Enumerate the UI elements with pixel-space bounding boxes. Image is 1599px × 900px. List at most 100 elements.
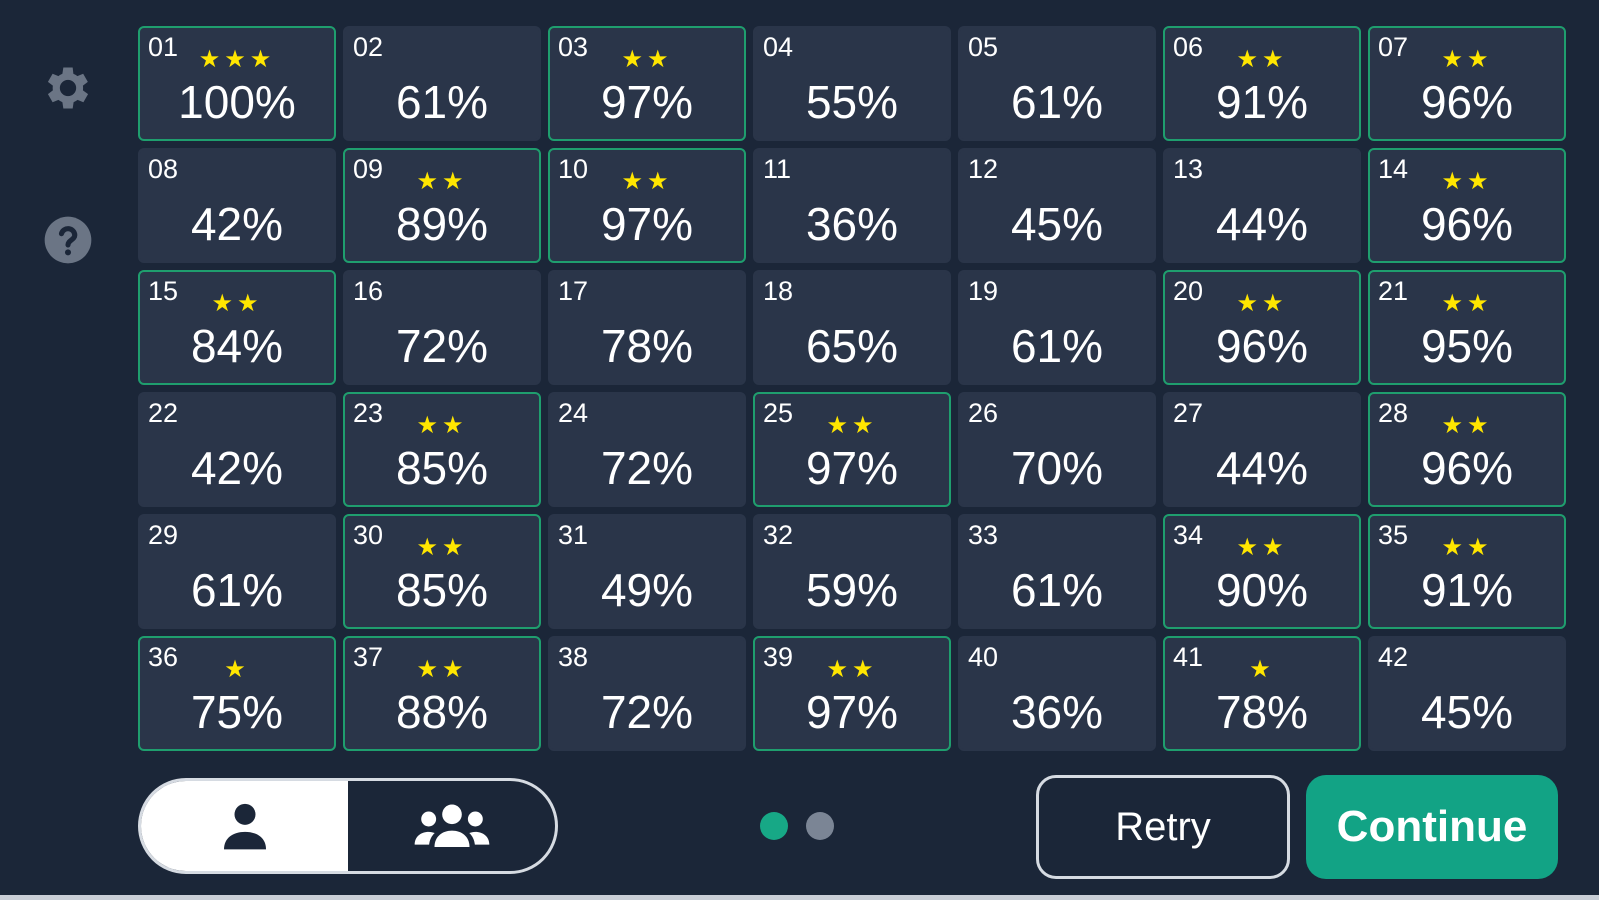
star-rating — [960, 658, 1154, 682]
level-tile-36[interactable]: 36 ★ 75% — [138, 636, 336, 751]
level-tile-20[interactable]: 20 ★★ 96% — [1163, 270, 1361, 385]
level-tile-14[interactable]: 14 ★★ 96% — [1368, 148, 1566, 263]
level-score: 90% — [1215, 564, 1309, 616]
page-dot-2[interactable] — [806, 812, 834, 840]
level-tile-15[interactable]: 15 ★★ 84% — [138, 270, 336, 385]
level-score: 91% — [1420, 564, 1514, 616]
level-tile-25[interactable]: 25 ★★ 97% — [753, 392, 951, 507]
level-score: 49% — [600, 564, 694, 616]
star-rating — [755, 48, 949, 72]
level-score: 97% — [600, 198, 694, 250]
level-score: 45% — [1010, 198, 1104, 250]
star-rating: ★★ — [1441, 168, 1493, 195]
level-tile-07[interactable]: 07 ★★ 96% — [1368, 26, 1566, 141]
star-rating — [1165, 170, 1359, 194]
level-score: 96% — [1420, 198, 1514, 250]
star-rating — [1165, 414, 1359, 438]
level-score: 96% — [1420, 76, 1514, 128]
level-tile-10[interactable]: 10 ★★ 97% — [548, 148, 746, 263]
level-tile-24[interactable]: 24 72% — [548, 392, 746, 507]
star-rating: ★★ — [1236, 534, 1288, 561]
level-tile-08[interactable]: 08 42% — [138, 148, 336, 263]
star-rating: ★★ — [416, 656, 468, 683]
level-tile-35[interactable]: 35 ★★ 91% — [1368, 514, 1566, 629]
star-rating: ★★ — [826, 412, 878, 439]
level-tile-02[interactable]: 02 61% — [343, 26, 541, 141]
retry-button[interactable]: Retry — [1036, 775, 1290, 879]
level-score: 89% — [395, 198, 489, 250]
level-tile-23[interactable]: 23 ★★ 85% — [343, 392, 541, 507]
level-tile-19[interactable]: 19 61% — [958, 270, 1156, 385]
mode-toggle[interactable] — [138, 778, 558, 874]
star-rating: ★★ — [1441, 534, 1493, 561]
level-tile-17[interactable]: 17 78% — [548, 270, 746, 385]
level-tile-22[interactable]: 22 42% — [138, 392, 336, 507]
level-score: 88% — [395, 686, 489, 738]
level-tile-26[interactable]: 26 70% — [958, 392, 1156, 507]
level-grid: 01 ★★★ 100% 02 61% 03 ★★ 97% 04 55% 05 61% 06 ★★ 91% 07… — [138, 26, 1566, 751]
level-tile-11[interactable]: 11 36% — [753, 148, 951, 263]
level-tile-42[interactable]: 42 45% — [1368, 636, 1566, 751]
level-tile-37[interactable]: 37 ★★ 88% — [343, 636, 541, 751]
gear-icon[interactable] — [40, 60, 96, 116]
star-rating: ★★ — [211, 290, 263, 317]
gear-icon-graphic — [47, 67, 89, 109]
star-rating — [755, 170, 949, 194]
star-rating: ★★ — [416, 168, 468, 195]
level-tile-18[interactable]: 18 65% — [753, 270, 951, 385]
level-tile-04[interactable]: 04 55% — [753, 26, 951, 141]
level-score: 36% — [1010, 686, 1104, 738]
level-score: 97% — [805, 442, 899, 494]
level-tile-41[interactable]: 41 ★ 78% — [1163, 636, 1361, 751]
level-tile-01[interactable]: 01 ★★★ 100% — [138, 26, 336, 141]
level-score: 85% — [395, 442, 489, 494]
level-score: 85% — [395, 564, 489, 616]
level-tile-16[interactable]: 16 72% — [343, 270, 541, 385]
star-rating — [550, 292, 744, 316]
star-rating — [550, 658, 744, 682]
level-score: 72% — [600, 686, 694, 738]
level-tile-12[interactable]: 12 45% — [958, 148, 1156, 263]
level-tile-13[interactable]: 13 44% — [1163, 148, 1361, 263]
level-tile-29[interactable]: 29 61% — [138, 514, 336, 629]
star-rating: ★★ — [416, 412, 468, 439]
level-tile-39[interactable]: 39 ★★ 97% — [753, 636, 951, 751]
level-tile-38[interactable]: 38 72% — [548, 636, 746, 751]
level-tile-31[interactable]: 31 49% — [548, 514, 746, 629]
continue-button[interactable]: Continue — [1306, 775, 1558, 879]
level-tile-03[interactable]: 03 ★★ 97% — [548, 26, 746, 141]
level-tile-40[interactable]: 40 36% — [958, 636, 1156, 751]
level-score: 72% — [395, 320, 489, 372]
star-rating: ★★★ — [198, 46, 276, 73]
star-rating — [960, 536, 1154, 560]
level-tile-09[interactable]: 09 ★★ 89% — [343, 148, 541, 263]
level-select-screen: 01 ★★★ 100% 02 61% 03 ★★ 97% 04 55% 05 61% 06 ★★ 91% 07… — [0, 0, 1599, 900]
star-rating — [140, 414, 334, 438]
star-rating — [755, 292, 949, 316]
level-score: 45% — [1420, 686, 1514, 738]
level-tile-32[interactable]: 32 59% — [753, 514, 951, 629]
level-tile-30[interactable]: 30 ★★ 85% — [343, 514, 541, 629]
level-tile-34[interactable]: 34 ★★ 90% — [1163, 514, 1361, 629]
level-score: 44% — [1215, 442, 1309, 494]
star-rating — [550, 536, 744, 560]
multiplayer-option[interactable] — [348, 781, 555, 871]
level-tile-06[interactable]: 06 ★★ 91% — [1163, 26, 1361, 141]
bottom-edge-bar — [0, 895, 1599, 900]
help-icon[interactable] — [40, 212, 96, 268]
level-tile-05[interactable]: 05 61% — [958, 26, 1156, 141]
level-tile-28[interactable]: 28 ★★ 96% — [1368, 392, 1566, 507]
star-rating: ★ — [1249, 656, 1275, 683]
level-tile-21[interactable]: 21 ★★ 95% — [1368, 270, 1566, 385]
level-tile-33[interactable]: 33 61% — [958, 514, 1156, 629]
level-score: 44% — [1215, 198, 1309, 250]
group-icon — [414, 804, 489, 847]
single-player-option[interactable] — [141, 781, 348, 871]
star-rating — [550, 414, 744, 438]
level-score: 75% — [190, 686, 284, 738]
star-rating: ★★ — [826, 656, 878, 683]
star-rating: ★★ — [1441, 290, 1493, 317]
level-tile-27[interactable]: 27 44% — [1163, 392, 1361, 507]
star-rating — [140, 170, 334, 194]
page-dot-1[interactable] — [760, 812, 788, 840]
